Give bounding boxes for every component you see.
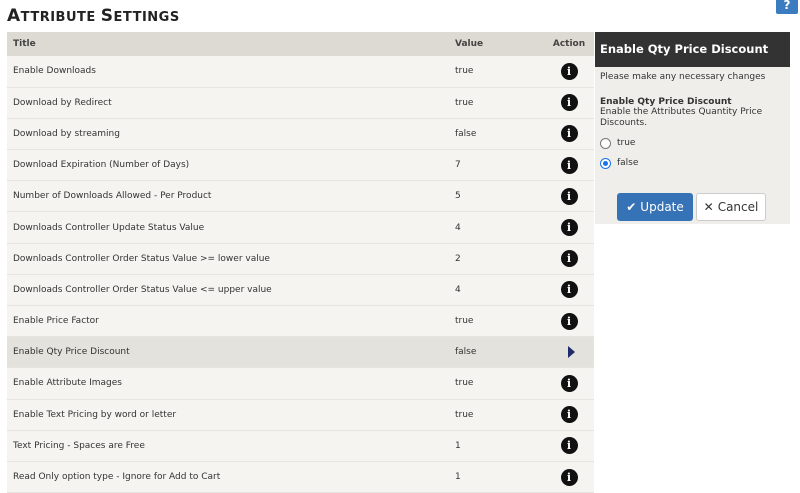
row-value: 5 bbox=[447, 180, 544, 213]
table-row[interactable]: Enable Attribute Images true i bbox=[7, 367, 594, 400]
row-title: Read Only option type - Ignore for Add t… bbox=[7, 461, 447, 493]
table-row[interactable]: Enable Downloads true i bbox=[7, 56, 594, 88]
row-value: true bbox=[447, 367, 544, 400]
row-value: true bbox=[447, 305, 544, 338]
radio-button-checked[interactable] bbox=[600, 157, 611, 169]
table-row[interactable]: Number of Downloads Allowed - Per Produc… bbox=[7, 180, 594, 213]
info-icon[interactable]: i bbox=[560, 312, 578, 330]
info-icon[interactable]: i bbox=[560, 437, 578, 455]
row-title: Number of Downloads Allowed - Per Produc… bbox=[7, 180, 447, 213]
info-icon[interactable]: i bbox=[560, 94, 578, 112]
row-title: Download by streaming bbox=[7, 118, 447, 151]
row-value: 2 bbox=[447, 243, 544, 275]
title-part: TTRIBUTE bbox=[20, 10, 101, 25]
info-icon[interactable]: i bbox=[560, 374, 578, 392]
table-row[interactable]: Downloads Controller Update Status Value… bbox=[7, 211, 594, 244]
row-value: 1 bbox=[447, 430, 544, 462]
table-header-row: Title Value Action bbox=[7, 32, 594, 56]
update-button[interactable]: ✔ Update bbox=[617, 193, 693, 221]
row-title: Enable Downloads bbox=[7, 56, 447, 88]
row-value: 1 bbox=[447, 461, 544, 493]
row-value: false bbox=[447, 336, 544, 369]
help-button[interactable]: ? bbox=[776, 0, 798, 14]
info-icon[interactable]: i bbox=[560, 219, 578, 237]
table-row[interactable]: Enable Price Factor true i bbox=[7, 305, 594, 338]
table-row[interactable]: Text Pricing - Spaces are Free 1 i bbox=[7, 430, 594, 462]
radio-label: true bbox=[617, 138, 636, 148]
row-title: Enable Attribute Images bbox=[7, 367, 447, 400]
row-title: Text Pricing - Spaces are Free bbox=[7, 430, 447, 462]
table-row[interactable]: Download by streaming false i bbox=[7, 118, 594, 151]
title-part: S bbox=[100, 6, 114, 26]
row-title: Download by Redirect bbox=[7, 87, 447, 119]
row-title: Downloads Controller Order Status Value … bbox=[7, 274, 447, 307]
row-value: false bbox=[447, 118, 544, 151]
info-icon[interactable]: i bbox=[560, 468, 578, 486]
info-icon[interactable]: i bbox=[560, 281, 578, 299]
radio-label: false bbox=[617, 158, 639, 168]
close-icon: ✕ bbox=[703, 200, 714, 214]
title-part: ETTINGS bbox=[113, 10, 180, 25]
table-row[interactable]: Downloads Controller Order Status Value … bbox=[7, 274, 594, 307]
row-value: true bbox=[447, 399, 544, 431]
row-title: Enable Price Factor bbox=[7, 305, 447, 338]
radio-option-true[interactable]: true bbox=[595, 133, 790, 153]
info-icon[interactable]: i bbox=[560, 62, 578, 80]
info-icon[interactable]: i bbox=[560, 125, 578, 143]
edit-panel: Enable Qty Price Discount Please make an… bbox=[595, 32, 790, 224]
header-value: Value bbox=[447, 32, 544, 56]
row-value: true bbox=[447, 87, 544, 119]
table-row-selected[interactable]: Enable Qty Price Discount false bbox=[7, 336, 594, 369]
info-icon[interactable]: i bbox=[560, 156, 578, 174]
info-icon[interactable]: i bbox=[560, 187, 578, 205]
info-icon[interactable]: i bbox=[560, 406, 578, 424]
table-row[interactable]: Download by Redirect true i bbox=[7, 87, 594, 119]
update-button-label: Update bbox=[640, 200, 684, 214]
cancel-button-label: Cancel bbox=[717, 200, 759, 214]
header-action: Action bbox=[544, 32, 594, 56]
caret-right-icon bbox=[567, 346, 575, 359]
row-title: Enable Text Pricing by word or letter bbox=[7, 399, 447, 431]
row-value: 4 bbox=[447, 211, 544, 244]
row-title: Downloads Controller Order Status Value … bbox=[7, 243, 447, 275]
table-row[interactable]: Enable Text Pricing by word or letter tr… bbox=[7, 399, 594, 431]
field-description: Enable the Attributes Quantity Price Dis… bbox=[600, 107, 763, 128]
row-value: 7 bbox=[447, 149, 544, 182]
row-title: Downloads Controller Update Status Value bbox=[7, 211, 447, 244]
help-icon: ? bbox=[783, 0, 791, 12]
cancel-button[interactable]: ✕ Cancel bbox=[696, 193, 766, 221]
row-title: Download Expiration (Number of Days) bbox=[7, 149, 447, 182]
info-icon[interactable]: i bbox=[560, 250, 578, 268]
table-row[interactable]: Downloads Controller Order Status Value … bbox=[7, 243, 594, 275]
page-title: ATTRIBUTE SETTINGS bbox=[7, 6, 180, 26]
header-title: Title bbox=[7, 32, 447, 56]
settings-table: Title Value Action Enable Downloads true… bbox=[7, 32, 594, 493]
panel-heading: Enable Qty Price Discount bbox=[595, 32, 790, 67]
row-value: 4 bbox=[447, 274, 544, 307]
title-part: A bbox=[7, 6, 21, 26]
panel-actions: ✔ Update ✕ Cancel bbox=[617, 193, 766, 221]
table-row[interactable]: Read Only option type - Ignore for Add t… bbox=[7, 461, 594, 493]
panel-intro: Please make any necessary changes bbox=[600, 72, 766, 82]
row-value: true bbox=[447, 56, 544, 88]
field-label: Enable Qty Price Discount bbox=[600, 97, 732, 107]
row-title: Enable Qty Price Discount bbox=[7, 336, 447, 369]
settings-table-container: Title Value Action Enable Downloads true… bbox=[7, 32, 594, 493]
radio-button[interactable] bbox=[600, 137, 611, 149]
table-row[interactable]: Download Expiration (Number of Days) 7 i bbox=[7, 149, 594, 182]
radio-option-false[interactable]: false bbox=[595, 153, 790, 173]
check-icon: ✔ bbox=[626, 200, 637, 214]
